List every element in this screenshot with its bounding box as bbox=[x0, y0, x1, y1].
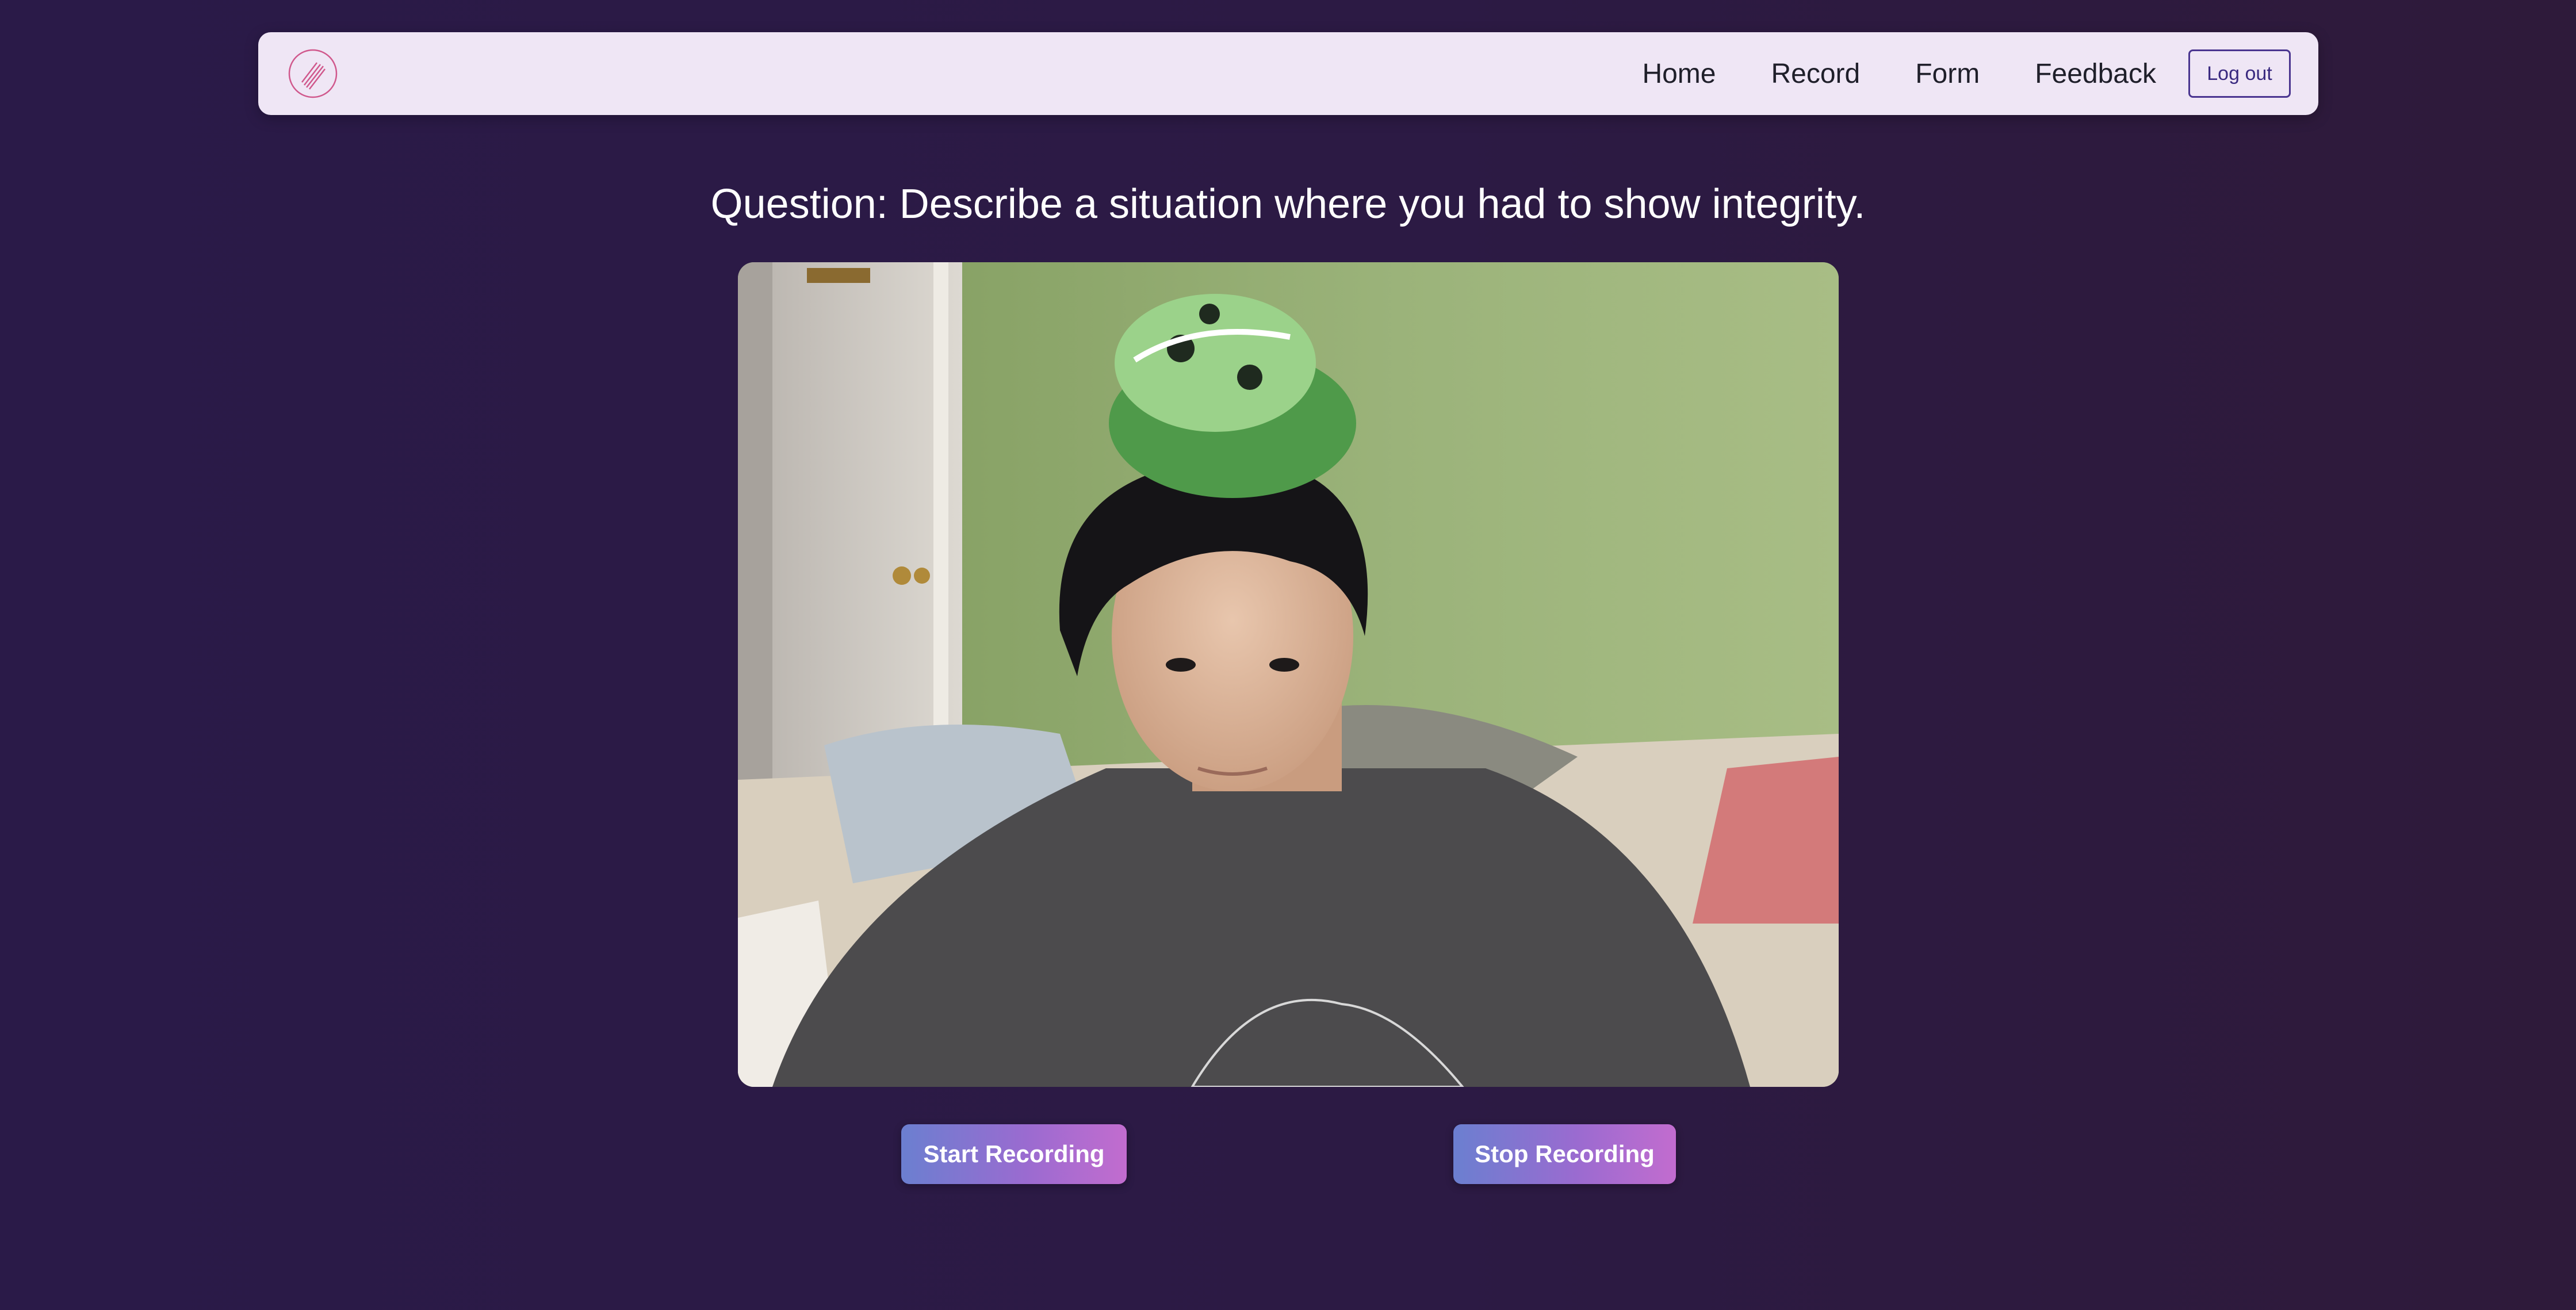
stop-recording-button[interactable]: Stop Recording bbox=[1453, 1124, 1676, 1184]
start-recording-button[interactable]: Start Recording bbox=[901, 1124, 1127, 1184]
webcam-frame-illustration bbox=[738, 262, 1839, 1087]
question-title: Question: Describe a situation where you… bbox=[710, 181, 1866, 227]
logo-icon[interactable] bbox=[288, 49, 338, 98]
nav-feedback-link[interactable]: Feedback bbox=[2035, 58, 2156, 90]
nav-home-link[interactable]: Home bbox=[1642, 58, 1716, 90]
logout-button[interactable]: Log out bbox=[2188, 49, 2291, 98]
navbar: Home Record Form Feedback Log out bbox=[258, 32, 2318, 115]
nav-record-link[interactable]: Record bbox=[1771, 58, 1860, 90]
nav-form-link[interactable]: Form bbox=[1915, 58, 1980, 90]
webcam-video-preview bbox=[738, 262, 1839, 1087]
nav-links: Home Record Form Feedback Log out bbox=[1642, 32, 2291, 115]
